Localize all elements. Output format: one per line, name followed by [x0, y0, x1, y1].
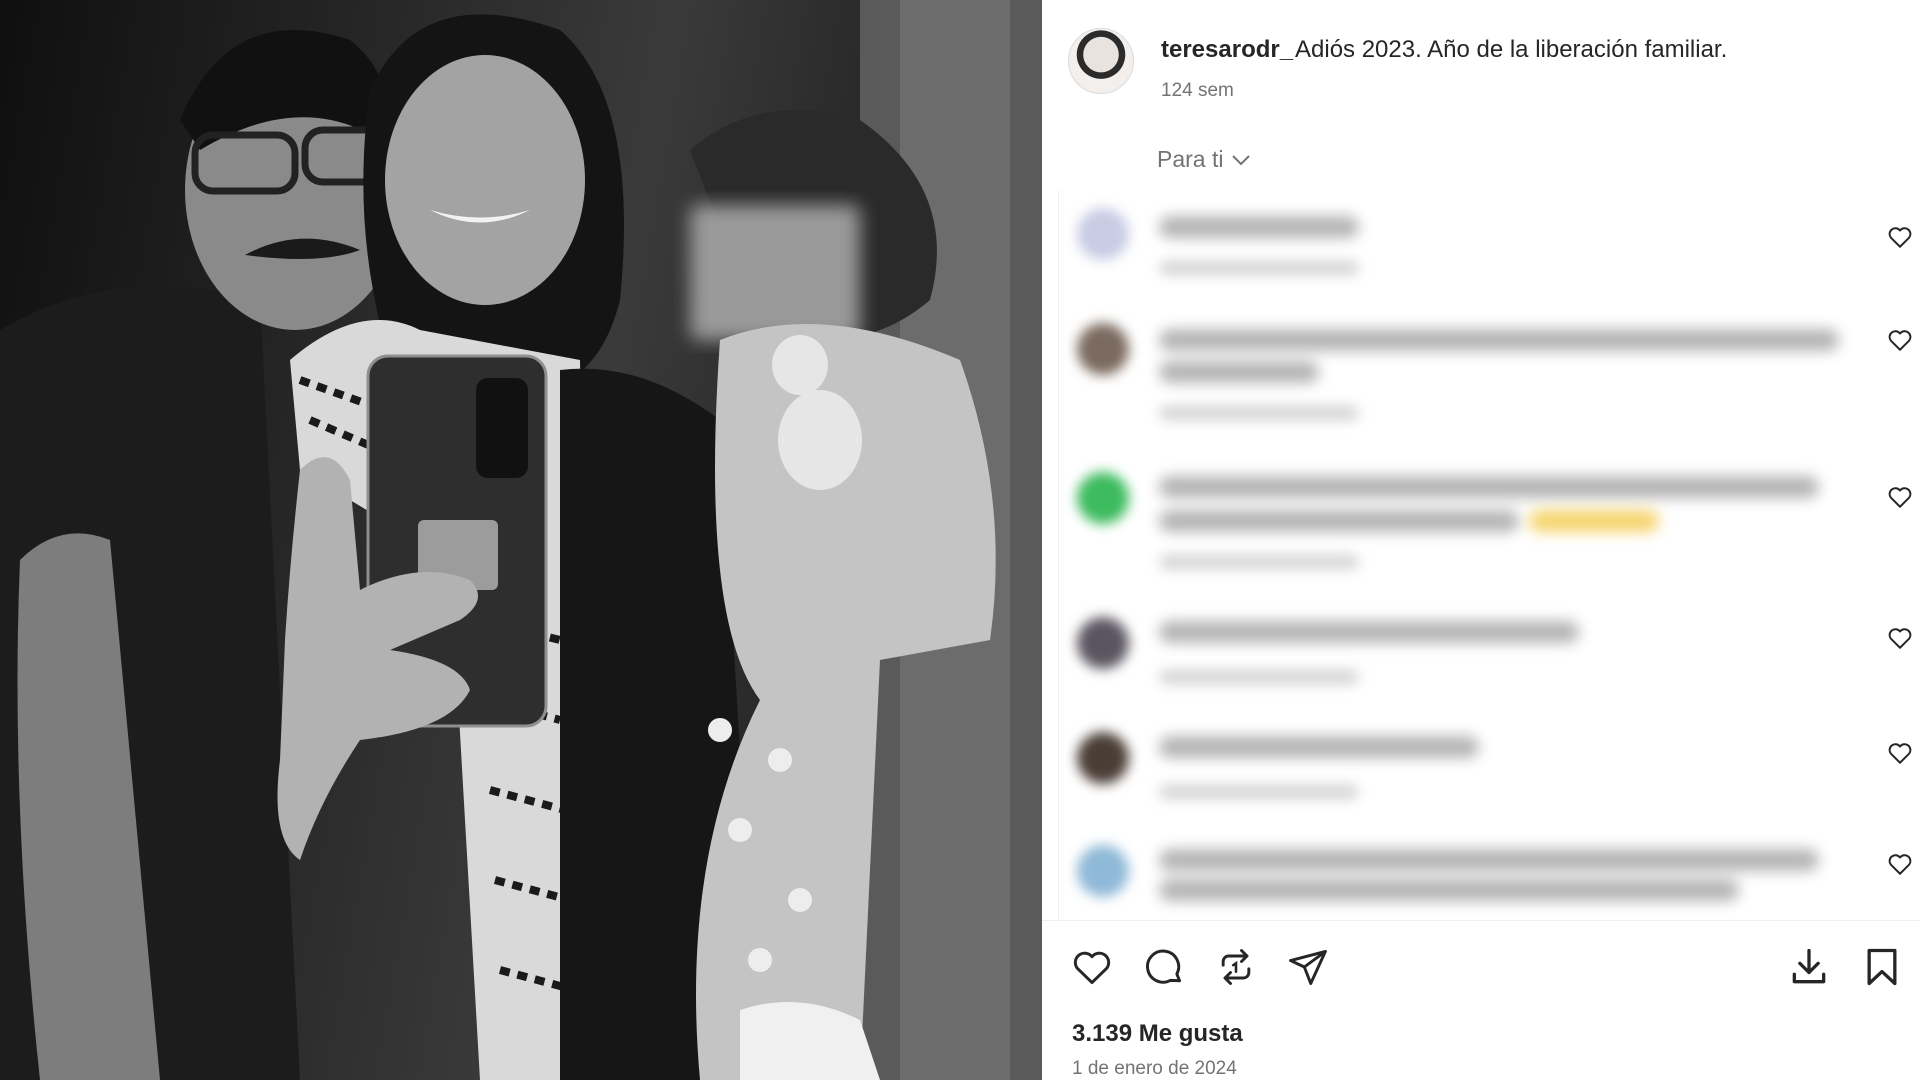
post-actions — [1042, 945, 1920, 995]
divider — [1042, 920, 1920, 921]
heart-icon[interactable] — [1887, 740, 1913, 766]
post-caption: Adiós 2023. Año de la liberación familia… — [1295, 36, 1728, 63]
bookmark-icon[interactable] — [1860, 945, 1904, 989]
comment-avatar[interactable] — [1077, 732, 1129, 784]
comment-text — [1159, 329, 1839, 351]
comment-avatar[interactable] — [1077, 617, 1129, 669]
heart-icon[interactable] — [1887, 224, 1913, 250]
comments-filter-dropdown[interactable]: Para ti — [1157, 146, 1251, 173]
comment-meta — [1159, 554, 1359, 570]
comment-item — [1059, 460, 1920, 580]
comment-avatar[interactable] — [1077, 323, 1129, 375]
comment-item — [1059, 835, 1920, 920]
comment-avatar[interactable] — [1077, 208, 1129, 260]
comment-text — [1159, 510, 1519, 532]
comment-icon[interactable] — [1142, 945, 1186, 989]
author-avatar[interactable] — [1068, 28, 1134, 94]
heart-icon[interactable] — [1070, 945, 1114, 989]
post-age[interactable]: 124 sem — [1161, 80, 1234, 102]
comments-filter-label: Para ti — [1157, 146, 1224, 172]
comment-meta — [1159, 405, 1359, 421]
likes-count[interactable]: 3.139 Me gusta — [1072, 1020, 1243, 1048]
comment-text — [1159, 216, 1359, 238]
comment-text — [1159, 736, 1479, 758]
comment-text — [1159, 476, 1819, 498]
comment-avatar[interactable] — [1077, 472, 1129, 524]
comment-avatar[interactable] — [1077, 845, 1129, 897]
comment-text — [1159, 849, 1819, 871]
comment-text — [1159, 879, 1739, 901]
heart-icon[interactable] — [1887, 625, 1913, 651]
comment-meta — [1159, 669, 1359, 685]
emoji-row — [1529, 510, 1659, 532]
comment-item — [1059, 315, 1920, 435]
share-icon[interactable] — [1286, 945, 1330, 989]
comment-meta — [1159, 784, 1359, 800]
heart-icon[interactable] — [1887, 484, 1913, 510]
repost-icon[interactable] — [1214, 945, 1258, 989]
post-photo[interactable] — [0, 0, 1042, 1080]
heart-icon[interactable] — [1887, 327, 1913, 353]
post-header: teresarodr_ Adiós 2023. Año de la libera… — [1042, 0, 1920, 110]
post-panel: teresarodr_ Adiós 2023. Año de la libera… — [1042, 0, 1920, 1080]
comment-text — [1159, 621, 1579, 643]
comments-list[interactable] — [1058, 190, 1920, 920]
photo-illustration — [0, 0, 1042, 1080]
comment-item — [1059, 605, 1920, 700]
post-date: 1 de enero de 2024 — [1072, 1058, 1237, 1079]
chevron-down-icon — [1231, 153, 1251, 167]
author-username[interactable]: teresarodr_ — [1161, 36, 1293, 64]
comment-item — [1059, 720, 1920, 815]
heart-icon[interactable] — [1887, 851, 1913, 877]
comment-item — [1059, 200, 1920, 290]
comment-text — [1159, 361, 1319, 383]
comment-meta — [1159, 260, 1359, 276]
download-icon[interactable] — [1787, 945, 1831, 989]
